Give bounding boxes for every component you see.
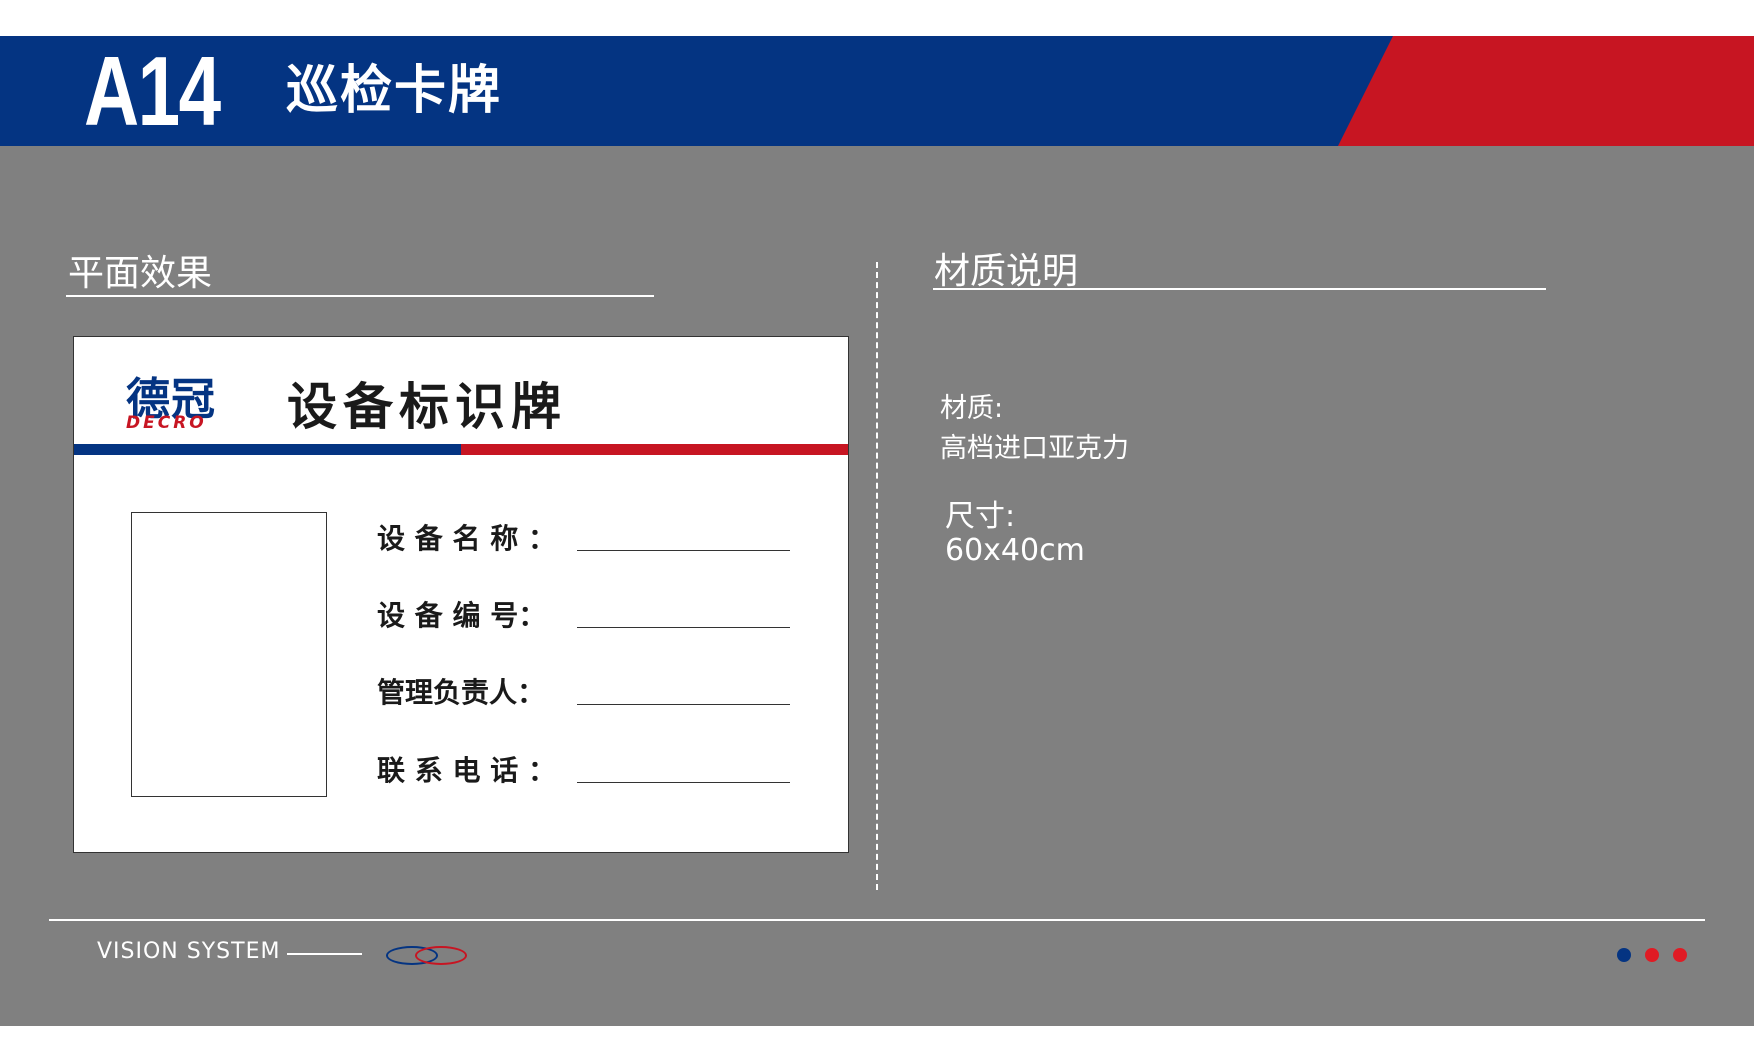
footer-dash bbox=[287, 953, 362, 955]
field-row-name: 设 备 名 称 ： bbox=[377, 517, 807, 557]
dot-icon-blue bbox=[1617, 948, 1631, 962]
footer-text: VISION SYSTEM bbox=[97, 939, 281, 964]
logo-subtext: DECRO bbox=[126, 413, 207, 433]
field-row-number: 设 备 编 号： bbox=[377, 594, 807, 634]
field-line bbox=[577, 704, 790, 705]
field-label: 设 备 编 号： bbox=[377, 599, 547, 632]
section-title-preview: 平面效果 bbox=[68, 253, 213, 294]
page-code: A14 bbox=[84, 36, 221, 146]
footer-divider bbox=[49, 919, 1705, 921]
sign-stripe-red bbox=[461, 444, 848, 455]
ring-icon-red bbox=[415, 946, 467, 965]
size-value: 60x40cm bbox=[945, 533, 1085, 568]
field-line bbox=[577, 627, 790, 628]
dot-icon-red bbox=[1673, 948, 1687, 962]
sign-preview: 德冠 DECRO 设备标识牌 设 备 名 称 ： 设 备 编 号： 管理负责人：… bbox=[73, 336, 849, 853]
section-underline-preview bbox=[66, 295, 654, 297]
field-label: 管理负责人： bbox=[377, 676, 546, 709]
field-line bbox=[577, 550, 790, 551]
section-divider bbox=[876, 262, 878, 890]
sign-stripe-blue bbox=[74, 444, 461, 455]
section-underline-material bbox=[933, 288, 1546, 290]
size-label: 尺寸: bbox=[945, 499, 1016, 534]
field-row-manager: 管理负责人： bbox=[377, 671, 807, 711]
section-title-material: 材质说明 bbox=[934, 251, 1079, 292]
field-row-phone: 联 系 电 话 ： bbox=[377, 749, 807, 789]
field-line bbox=[577, 782, 790, 783]
page-title: 巡检卡牌 bbox=[286, 61, 503, 121]
photo-placeholder bbox=[131, 512, 327, 797]
sign-title: 设备标识牌 bbox=[287, 378, 567, 436]
field-label: 设 备 名 称 ： bbox=[377, 522, 556, 555]
field-label: 联 系 电 话 ： bbox=[377, 754, 556, 787]
dot-icon-red bbox=[1645, 948, 1659, 962]
material-value: 高档进口亚克力 bbox=[940, 433, 1129, 464]
material-label: 材质: bbox=[940, 393, 1004, 424]
header-red-accent bbox=[1338, 36, 1754, 146]
